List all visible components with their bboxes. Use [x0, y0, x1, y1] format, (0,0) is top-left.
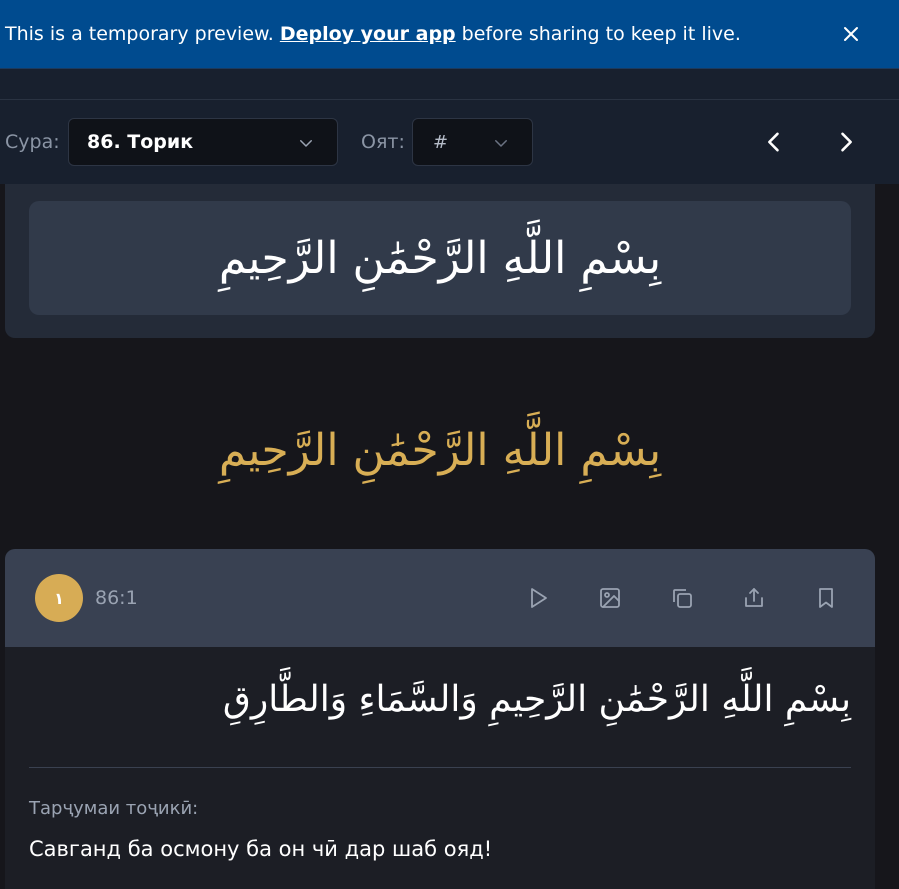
- translation-label: Тарҷумаи тоҷикӣ:: [29, 798, 199, 819]
- chevron-right-icon[interactable]: [832, 128, 860, 156]
- chevron-down-icon: [495, 140, 507, 147]
- image-icon[interactable]: [598, 586, 622, 610]
- ayat-select[interactable]: #: [412, 118, 533, 166]
- chevron-left-icon[interactable]: [760, 128, 788, 156]
- verse-card: ١ 86:1 بِسْمِ اللَّهِ الرَّحْمَٰنِ الرَّ…: [5, 549, 875, 889]
- play-icon[interactable]: [526, 586, 550, 610]
- bismillah-text: بِسْمِ اللَّهِ الرَّحْمَٰنِ الرَّحِيمِ: [29, 201, 851, 315]
- verse-header: ١ 86:1: [5, 549, 875, 647]
- sura-label: Сура:: [5, 131, 60, 153]
- navigation-bar: Сура: 86. Торик Оят: #: [0, 100, 899, 184]
- bismillah-card: بِسْمِ اللَّهِ الرَّحْمَٰنِ الرَّحِيمِ: [5, 184, 875, 338]
- bookmark-icon[interactable]: [814, 586, 838, 610]
- ayat-label: Оят:: [361, 131, 405, 153]
- verse-number-badge: ١: [35, 574, 83, 622]
- close-icon[interactable]: [839, 22, 863, 46]
- copy-icon[interactable]: [670, 586, 694, 610]
- sura-select[interactable]: 86. Торик: [68, 118, 338, 166]
- verse-arabic-text: بِسْمِ اللَّهِ الرَّحْمَٰنِ الرَّحِيمِ و…: [222, 679, 851, 720]
- ayat-value: #: [433, 131, 449, 153]
- translation-text: Савганд ба осмону ба он чӣ дар шаб ояд!: [29, 837, 493, 861]
- chevron-down-icon: [300, 140, 312, 147]
- sura-value: 86. Торик: [87, 131, 194, 153]
- bismillah-gold: بِسْمِ اللَّهِ الرَّحْمَٰنِ الرَّحِيمِ: [218, 424, 662, 476]
- preview-banner: This is a temporary preview. Deploy your…: [0, 0, 899, 69]
- verse-reference: 86:1: [95, 587, 138, 609]
- app-header: [0, 69, 899, 100]
- deploy-link[interactable]: Deploy your app: [280, 23, 456, 45]
- banner-text-after: before sharing to keep it live.: [461, 23, 741, 45]
- banner-text: This is a temporary preview.: [5, 23, 274, 45]
- divider: [29, 767, 851, 768]
- share-icon[interactable]: [742, 586, 766, 610]
